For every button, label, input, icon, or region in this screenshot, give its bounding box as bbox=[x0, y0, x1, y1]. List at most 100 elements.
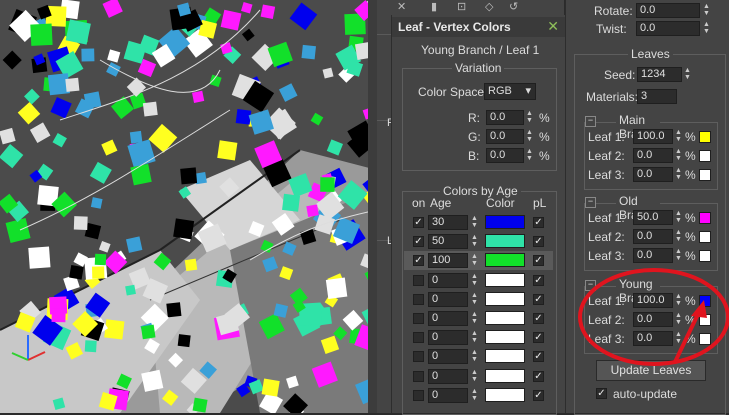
age-input[interactable]: 0 bbox=[428, 368, 468, 384]
seed-spinner[interactable]: ▲ ▼ bbox=[683, 67, 692, 82]
age-row-pl-checkbox[interactable]: ✓ bbox=[533, 274, 544, 286]
leaf-color-swatch[interactable] bbox=[699, 250, 711, 262]
leaf-spinner[interactable]: ▲ ▼ bbox=[674, 129, 683, 144]
g-spinner[interactable]: ▲ ▼ bbox=[525, 129, 534, 144]
toolbar-vertex-icon[interactable]: ◇ bbox=[485, 0, 493, 13]
age-row-on-checkbox[interactable]: ✓ bbox=[413, 255, 424, 267]
age-spinner[interactable]: ▲ ▼ bbox=[470, 330, 479, 345]
leaf-percent-input[interactable]: 0.0 bbox=[633, 248, 673, 263]
leaf-spinner[interactable]: ▲ ▼ bbox=[674, 148, 683, 163]
age-input[interactable]: 0 bbox=[428, 330, 468, 346]
color-space-select[interactable]: RGB ▾ bbox=[484, 83, 536, 100]
age-input[interactable]: 30 bbox=[428, 215, 468, 230]
age-spinner[interactable]: ▲ ▼ bbox=[470, 215, 479, 230]
age-row-pl-checkbox[interactable]: ✓ bbox=[533, 255, 544, 267]
leaf-percent-input[interactable]: 100.0 bbox=[633, 293, 673, 308]
age-input[interactable]: 50 bbox=[428, 234, 468, 250]
viewport-3d[interactable] bbox=[0, 0, 377, 413]
materials-input[interactable]: 3 bbox=[637, 89, 677, 104]
age-input[interactable]: 100 bbox=[428, 253, 468, 269]
age-row-on-checkbox[interactable]: ✓ bbox=[413, 236, 424, 248]
age-input[interactable]: 0 bbox=[428, 311, 468, 326]
leaf-spinner[interactable]: ▲ ▼ bbox=[674, 331, 683, 346]
age-spinner[interactable]: ▲ ▼ bbox=[470, 349, 479, 364]
age-color-swatch[interactable] bbox=[485, 215, 525, 229]
leaf-spinner[interactable]: ▲ ▼ bbox=[674, 293, 683, 308]
age-spinner[interactable]: ▲ ▼ bbox=[470, 369, 479, 384]
age-row-on-checkbox[interactable] bbox=[413, 293, 424, 305]
age-color-swatch[interactable] bbox=[485, 291, 525, 306]
age-input[interactable]: 0 bbox=[428, 272, 468, 288]
age-row-on-checkbox[interactable] bbox=[413, 332, 424, 344]
age-input[interactable]: 0 bbox=[428, 387, 468, 403]
twist-input[interactable]: 0.0 bbox=[636, 21, 700, 36]
collapse-icon[interactable]: − bbox=[585, 197, 596, 208]
leaf-color-swatch[interactable] bbox=[699, 131, 711, 143]
leaf-color-swatch[interactable] bbox=[699, 150, 711, 162]
leaf-color-swatch[interactable] bbox=[699, 231, 711, 243]
leaf-spinner[interactable]: ▲ ▼ bbox=[674, 248, 683, 263]
age-row-pl-checkbox[interactable]: ✓ bbox=[533, 313, 544, 324]
age-color-swatch[interactable] bbox=[485, 349, 525, 364]
twist-spinner[interactable]: ▲ ▼ bbox=[702, 21, 711, 36]
age-row-on-checkbox[interactable]: ✓ bbox=[413, 217, 424, 228]
close-icon[interactable]: ✕ bbox=[547, 18, 559, 35]
collapse-icon[interactable]: − bbox=[585, 116, 596, 127]
age-spinner[interactable]: ▲ ▼ bbox=[470, 292, 479, 307]
age-spinner[interactable]: ▲ ▼ bbox=[470, 253, 479, 268]
age-color-swatch[interactable] bbox=[485, 368, 525, 383]
r-spinner[interactable]: ▲ ▼ bbox=[525, 110, 534, 125]
leaf-color-swatch[interactable] bbox=[699, 333, 711, 345]
age-color-swatch[interactable] bbox=[485, 234, 525, 249]
age-input[interactable]: 0 bbox=[428, 291, 468, 307]
update-leaves-button[interactable]: Update Leaves bbox=[596, 360, 706, 381]
age-input[interactable]: 0 bbox=[428, 349, 468, 365]
age-color-swatch[interactable] bbox=[485, 311, 525, 325]
toolbar-scale-icon[interactable]: ⊡ bbox=[457, 0, 466, 13]
leaf-percent-input[interactable]: 0.0 bbox=[633, 312, 673, 327]
leaf-color-swatch[interactable] bbox=[699, 169, 711, 181]
age-row-pl-checkbox[interactable]: ✓ bbox=[533, 389, 544, 401]
leaf-percent-input[interactable]: 50.0 bbox=[633, 210, 673, 225]
leaf-spinner[interactable]: ▲ ▼ bbox=[674, 229, 683, 244]
age-color-swatch[interactable] bbox=[485, 253, 525, 268]
age-row-pl-checkbox[interactable]: ✓ bbox=[533, 217, 544, 228]
age-spinner[interactable]: ▲ ▼ bbox=[470, 273, 479, 288]
toolbar-move-icon[interactable]: ✕ bbox=[397, 0, 406, 13]
age-row-on-checkbox[interactable] bbox=[413, 351, 424, 363]
leaf-spinner[interactable]: ▲ ▼ bbox=[674, 312, 683, 327]
age-color-swatch[interactable] bbox=[485, 387, 525, 402]
collapse-icon[interactable]: − bbox=[585, 280, 596, 291]
age-spinner[interactable]: ▲ ▼ bbox=[470, 311, 479, 326]
age-row-on-checkbox[interactable] bbox=[413, 313, 424, 324]
age-row-pl-checkbox[interactable]: ✓ bbox=[533, 332, 544, 344]
age-row-pl-checkbox[interactable]: ✓ bbox=[533, 351, 544, 363]
r-input[interactable]: 0.0 bbox=[486, 110, 524, 125]
auto-update-checkbox[interactable]: ✓ bbox=[596, 388, 607, 399]
leaf-color-swatch[interactable] bbox=[699, 212, 711, 224]
age-row-on-checkbox[interactable] bbox=[413, 370, 424, 382]
leaf-percent-input[interactable]: 0.0 bbox=[633, 331, 673, 346]
leaf-color-swatch[interactable] bbox=[699, 314, 711, 326]
rotate-input[interactable]: 0.0 bbox=[636, 3, 700, 18]
age-row-on-checkbox[interactable] bbox=[413, 389, 424, 401]
leaf-percent-input[interactable]: 0.0 bbox=[633, 229, 673, 244]
toolbar-undo-icon[interactable]: ↺ bbox=[509, 0, 518, 13]
age-spinner[interactable]: ▲ ▼ bbox=[470, 388, 479, 403]
leaf-spinner[interactable]: ▲ ▼ bbox=[674, 167, 683, 182]
b-spinner[interactable]: ▲ ▼ bbox=[525, 148, 534, 163]
leaf-spinner[interactable]: ▲ ▼ bbox=[674, 210, 683, 225]
g-input[interactable]: 0.0 bbox=[486, 129, 524, 144]
leaf-color-swatch[interactable] bbox=[699, 295, 711, 307]
age-color-swatch[interactable] bbox=[485, 272, 525, 287]
leaf-percent-input[interactable]: 0.0 bbox=[633, 148, 673, 163]
b-input[interactable]: 0.0 bbox=[486, 148, 524, 163]
age-row-on-checkbox[interactable] bbox=[413, 274, 424, 286]
age-color-swatch[interactable] bbox=[485, 330, 525, 345]
leaf-percent-input[interactable]: 0.0 bbox=[633, 167, 673, 182]
age-row-pl-checkbox[interactable]: ✓ bbox=[533, 236, 544, 248]
age-row-pl-checkbox[interactable]: ✓ bbox=[533, 293, 544, 305]
rotate-spinner[interactable]: ▲ ▼ bbox=[702, 3, 711, 18]
age-row-pl-checkbox[interactable]: ✓ bbox=[533, 370, 544, 382]
seed-input[interactable]: 1234 bbox=[637, 67, 682, 82]
